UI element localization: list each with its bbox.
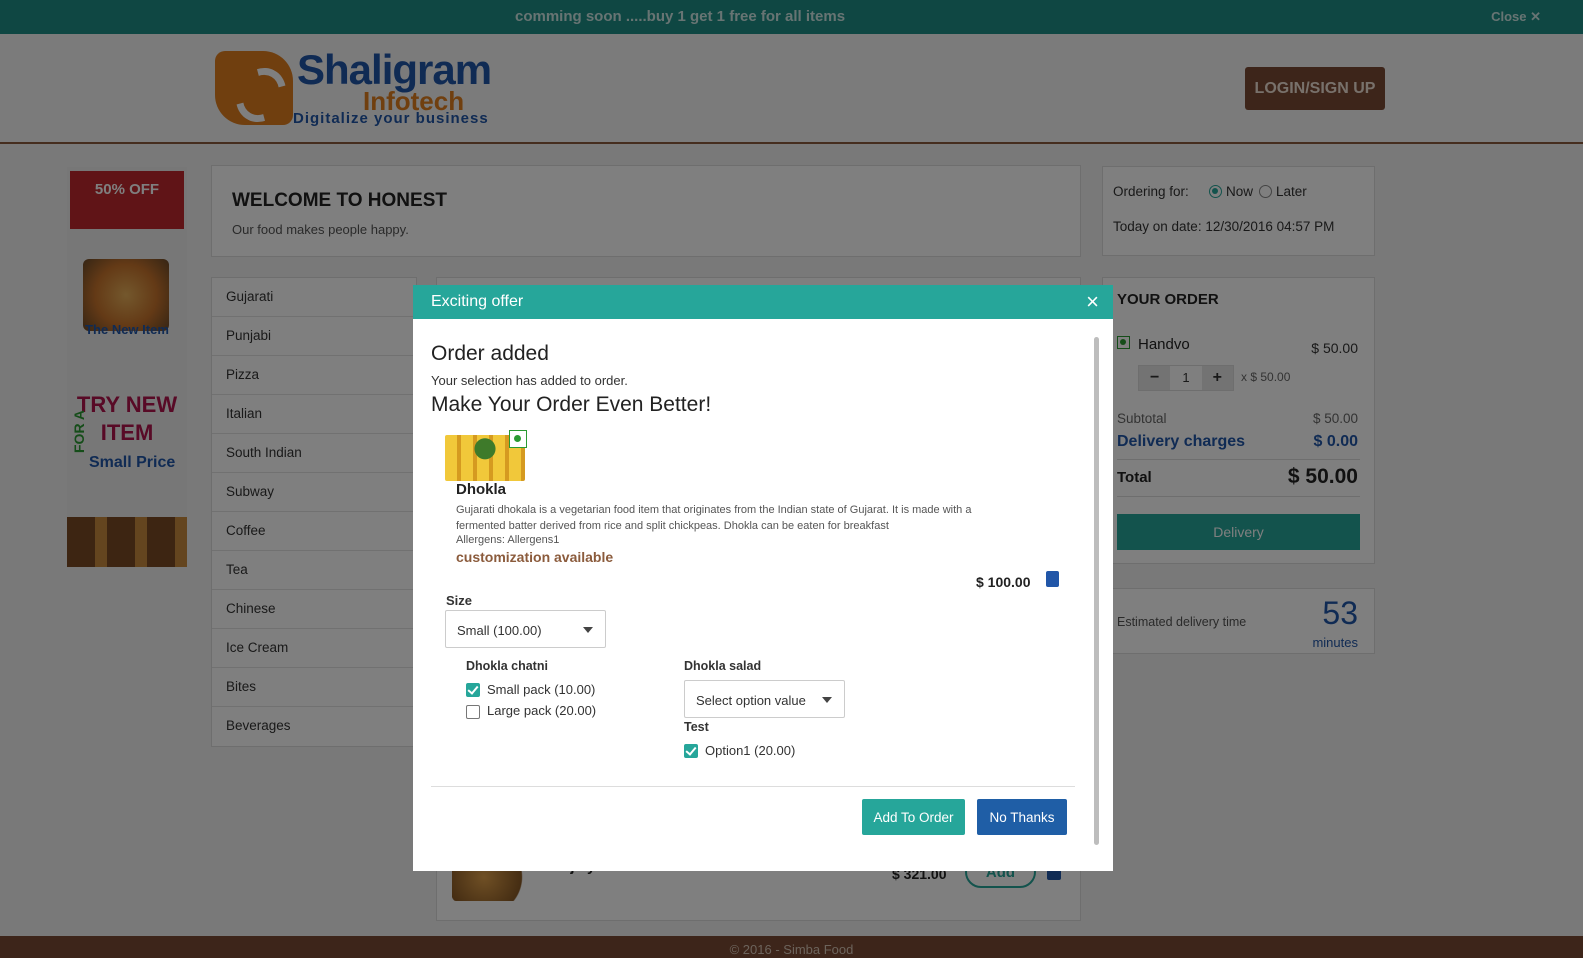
test-option-checkbox[interactable]: [684, 744, 698, 758]
test-option-label: Option1 (20.00): [705, 743, 796, 758]
size-select[interactable]: Small (100.00): [445, 610, 606, 648]
chatni-small-label: Small pack (10.00): [487, 682, 596, 697]
no-thanks-button[interactable]: No Thanks: [977, 799, 1067, 835]
chatni-label: Dhokla chatni: [466, 659, 548, 673]
modal-title: Exciting offer: [431, 293, 524, 310]
test-label: Test: [684, 720, 709, 734]
modal-scrollbar[interactable]: [1094, 337, 1099, 845]
upsell-heading: Make Your Order Even Better!: [431, 393, 712, 416]
upsell-item-name: Dhokla: [456, 481, 507, 498]
customization-note: customization available: [456, 549, 614, 565]
veg-icon: [509, 430, 527, 448]
upsell-item-allergens: Allergens: Allergens1: [456, 534, 560, 546]
close-icon[interactable]: ×: [1086, 289, 1099, 315]
chatni-large-label: Large pack (20.00): [487, 703, 597, 718]
salad-select[interactable]: Select option value: [684, 680, 845, 718]
upsell-item-description: Gujarati dhokala is a vegetarian food it…: [456, 504, 972, 532]
add-to-order-button[interactable]: Add To Order: [862, 799, 965, 835]
order-added-text: Your selection has added to order.: [431, 373, 628, 388]
chatni-small-checkbox[interactable]: [466, 683, 480, 697]
modal-header: Exciting offer ×: [413, 285, 1113, 319]
order-added-heading: Order added: [431, 342, 549, 365]
offer-modal: Exciting offer × Order added Your select…: [413, 285, 1113, 871]
modal-divider: [431, 786, 1075, 787]
chatni-large-checkbox[interactable]: [466, 705, 480, 719]
customize-icon[interactable]: [1046, 571, 1059, 587]
upsell-item-price: $ 100.00: [976, 574, 1031, 590]
salad-label: Dhokla salad: [684, 659, 762, 673]
size-label: Size: [446, 593, 473, 608]
